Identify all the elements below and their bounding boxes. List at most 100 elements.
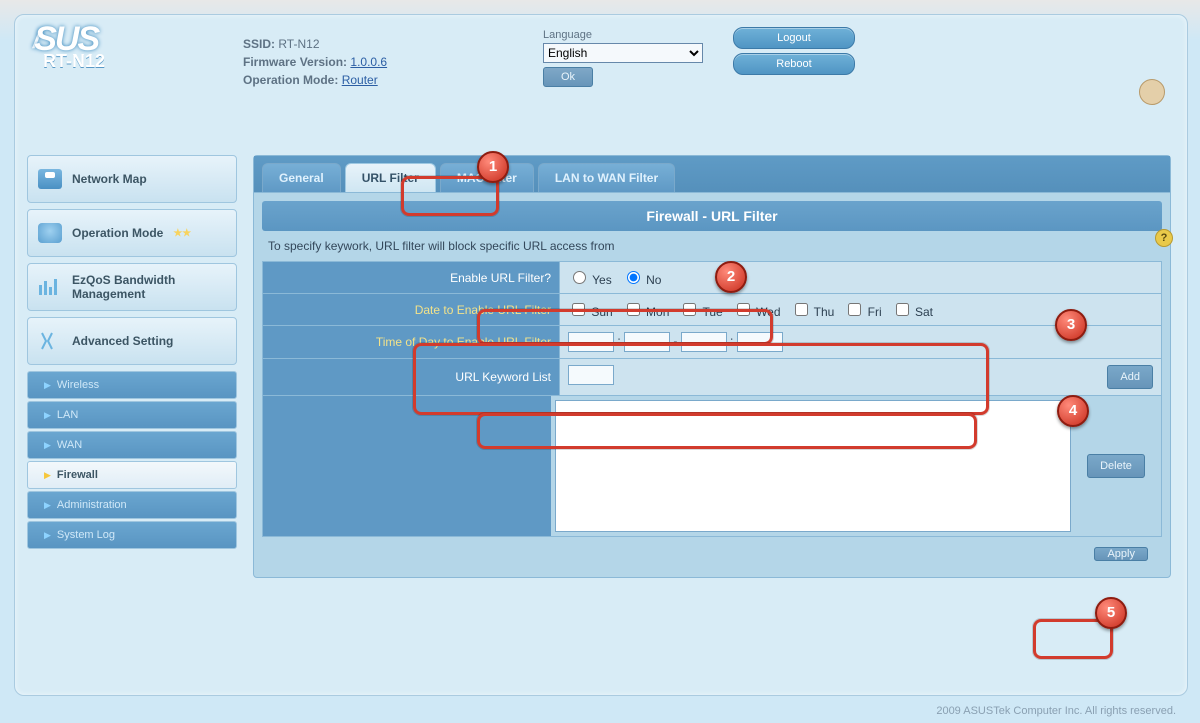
sidebar-item-label: Network Map [72,172,147,186]
checkbox-sat[interactable] [896,303,909,316]
sidebar-sub-systemlog[interactable]: ▶ System Log [27,521,237,549]
checkbox-wed[interactable] [737,303,750,316]
action-buttons: Logout Reboot [733,21,883,79]
opmode-label: Operation Mode: [243,73,338,87]
day-sat[interactable]: Sat [892,305,933,319]
checkbox-sun[interactable] [572,303,585,316]
reboot-button[interactable]: Reboot [733,53,855,75]
clock-icon [1139,79,1165,105]
apply-row: Apply [254,537,1170,571]
checkbox-mon[interactable] [627,303,640,316]
sidebar-item-label: Administration [57,499,127,511]
time-from-m[interactable] [624,332,670,352]
radio-no[interactable] [627,271,640,284]
arrow-icon: ▶ [44,530,51,540]
arrow-icon: ▶ [44,470,51,480]
enable-yes[interactable]: Yes [568,273,612,287]
add-button[interactable]: Add [1107,365,1153,389]
time-to-m[interactable] [737,332,783,352]
model-name: RT-N12 [43,51,243,72]
enable-filter-label: Enable URL Filter? [263,262,560,294]
footer-copyright: 2009 ASUSTek Computer Inc. All rights re… [936,705,1176,717]
keyword-list[interactable] [555,400,1071,532]
delete-button[interactable]: Delete [1087,454,1145,478]
sidebar-item-operation-mode[interactable]: Operation Mode ★★ [27,209,237,257]
sidebar-sub-administration[interactable]: ▶ Administration [27,491,237,519]
header: SUS RT-N12 SSID: RT-N12 Firmware Version… [15,15,1187,115]
sidebar-sub-wireless[interactable]: ▶ Wireless [27,371,237,399]
callout-5-badge: 5 [1095,597,1127,629]
content-box: General URL Filter MAC Filter LAN to WAN… [253,155,1171,578]
sidebar-sublist: ▶ Wireless ▶ LAN ▶ WAN ▶ Firewall ▶ Administr… [27,371,237,549]
tools-icon [38,331,62,351]
checkbox-fri[interactable] [848,303,861,316]
sidebar-sub-lan[interactable]: ▶ LAN [27,401,237,429]
arrow-icon: ▶ [44,410,51,420]
kw-pad [263,396,551,536]
ssid-info: SSID: RT-N12 Firmware Version: 1.0.0.6 O… [243,21,543,89]
sidebar: Network Map Operation Mode ★★ EzQoS Band… [27,155,237,551]
arrow-icon: ▶ [44,440,51,450]
help-icon[interactable]: ? [1155,229,1173,247]
sidebar-sub-firewall[interactable]: ▶ Firewall [27,461,237,489]
sidebar-item-label: Operation Mode [72,226,163,240]
form-table: Enable URL Filter? Yes No Date to Enable… [262,261,1162,537]
date-label: Date to Enable URL Filter [263,294,560,326]
radio-yes[interactable] [573,271,586,284]
sidebar-item-label: Wireless [57,379,99,391]
keyword-row: Add [560,359,1162,396]
callout-5-box [1033,619,1113,659]
sidebar-item-label: System Log [57,529,115,541]
sidebar-item-network-map[interactable]: Network Map [27,155,237,203]
day-wed[interactable]: Wed [733,305,781,319]
star-icon: ★★ [173,228,191,239]
sidebar-sub-wan[interactable]: ▶ WAN [27,431,237,459]
enable-filter-value: Yes No [560,262,1162,294]
sidebar-item-ezqos[interactable]: EzQoS Bandwidth Management [27,263,237,311]
arrow-icon: ▶ [44,500,51,510]
sidebar-item-advanced[interactable]: Advanced Setting [27,317,237,365]
ssid-value: RT-N12 [278,37,319,51]
tab-url-filter[interactable]: URL Filter [345,163,436,192]
logo-block: SUS RT-N12 [33,21,243,72]
language-select[interactable]: English [543,43,703,63]
checkbox-tue[interactable] [683,303,696,316]
equalizer-icon [38,277,62,297]
asus-logo: SUS [33,25,243,53]
fw-label: Firmware Version: [243,55,347,69]
firmware-link[interactable]: 1.0.0.6 [350,55,387,69]
delete-wrap: Delete [1071,396,1161,536]
day-thu[interactable]: Thu [791,305,835,319]
keyword-input[interactable] [568,365,614,385]
language-block: Language English Ok [543,21,733,87]
time-row: : - : [560,326,1162,359]
opmode-link[interactable]: Router [342,73,378,87]
time-from-h[interactable] [568,332,614,352]
tab-mac-filter[interactable]: MAC Filter [440,163,534,192]
day-tue[interactable]: Tue [679,305,722,319]
tab-lan-to-wan[interactable]: LAN to WAN Filter [538,163,675,192]
sidebar-item-label: Firewall [57,469,98,481]
sidebar-item-label: EzQoS Bandwidth Management [72,273,226,301]
time-to-h[interactable] [681,332,727,352]
page-title: Firewall - URL Filter [262,201,1162,231]
time-label: Time of Day to Enable URL Filter [263,326,560,359]
language-label: Language [543,29,733,41]
day-sun[interactable]: Sun [568,305,613,319]
apply-button[interactable]: Apply [1094,547,1148,561]
sidebar-item-label: LAN [57,409,78,421]
sidebar-item-label: WAN [57,439,82,451]
enable-no[interactable]: No [622,273,662,287]
checkbox-thu[interactable] [795,303,808,316]
language-ok-button[interactable]: Ok [543,67,593,87]
day-mon[interactable]: Mon [623,305,670,319]
keyword-list-block: Delete [263,396,1161,536]
ssid-label: SSID: [243,37,275,51]
sidebar-item-label: Advanced Setting [72,334,173,348]
arrow-icon: ▶ [44,380,51,390]
logout-button[interactable]: Logout [733,27,855,49]
tab-general[interactable]: General [262,163,341,192]
tabs: General URL Filter MAC Filter LAN to WAN… [254,156,1170,193]
day-fri[interactable]: Fri [844,305,881,319]
network-icon [38,169,62,189]
